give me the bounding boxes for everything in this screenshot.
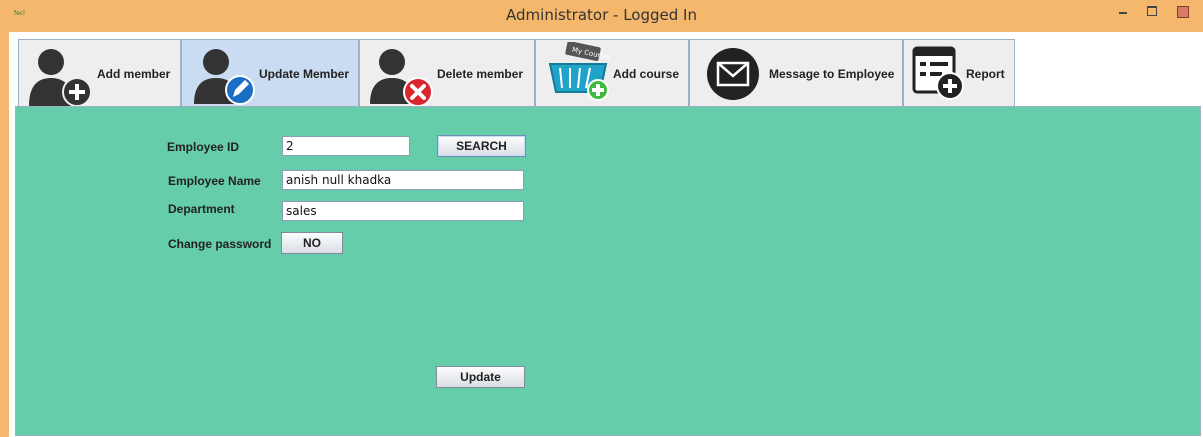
report-add-icon bbox=[912, 46, 964, 100]
department-input[interactable]: sales bbox=[282, 201, 524, 221]
employee-name-input[interactable]: anish null khadka bbox=[282, 170, 524, 190]
maximize-icon bbox=[1147, 6, 1157, 16]
course-basket-add-icon: My Courses bbox=[548, 42, 610, 101]
employee-id-input[interactable]: 2 bbox=[282, 136, 410, 156]
update-button[interactable]: Update bbox=[436, 366, 525, 388]
title-bar[interactable]: fecl Administrator - Logged In bbox=[0, 0, 1203, 32]
change-password-label: Change password bbox=[168, 237, 272, 251]
employee-id-label: Employee ID bbox=[167, 140, 240, 154]
tab-message-to-employee[interactable]: Message to Employee bbox=[689, 39, 903, 106]
tab-label: Message to Employee bbox=[769, 67, 895, 81]
employee-name-label: Employee Name bbox=[168, 174, 261, 188]
main-content: Add member Update Member Delete member M… bbox=[9, 32, 1203, 437]
close-button[interactable] bbox=[1165, 2, 1201, 20]
user-edit-icon bbox=[194, 49, 255, 105]
tab-label: Update Member bbox=[259, 67, 350, 81]
tab-label: Add member bbox=[97, 67, 171, 81]
close-icon bbox=[1177, 6, 1189, 18]
change-password-toggle[interactable]: NO bbox=[281, 232, 343, 254]
minimize-button[interactable] bbox=[1110, 2, 1136, 20]
tab-label: Report bbox=[966, 67, 1005, 81]
user-delete-icon bbox=[370, 49, 433, 107]
department-label: Department bbox=[168, 202, 235, 216]
envelope-icon bbox=[707, 48, 759, 100]
tab-label: Delete member bbox=[437, 67, 524, 81]
tab-report[interactable]: Report bbox=[903, 39, 1015, 106]
tab-add-course[interactable]: My Courses Add course bbox=[535, 39, 689, 106]
window-title: Administrator - Logged In bbox=[506, 6, 697, 24]
tab-add-member[interactable]: Add member bbox=[18, 39, 181, 107]
update-member-panel: Employee ID 2 SEARCH Employee Name anish… bbox=[15, 106, 1201, 436]
tab-delete-member[interactable]: Delete member bbox=[359, 39, 535, 107]
user-add-icon bbox=[29, 49, 91, 107]
app-window: fecl Administrator - Logged In Add membe… bbox=[0, 0, 1203, 437]
tab-update-member[interactable]: Update Member bbox=[181, 39, 359, 108]
minimize-icon bbox=[1119, 12, 1127, 14]
search-button[interactable]: SEARCH bbox=[437, 135, 526, 157]
maximize-button[interactable] bbox=[1139, 2, 1165, 20]
tab-label: Add course bbox=[613, 67, 680, 81]
tab-bar: Add member Update Member Delete member M… bbox=[9, 32, 1203, 108]
